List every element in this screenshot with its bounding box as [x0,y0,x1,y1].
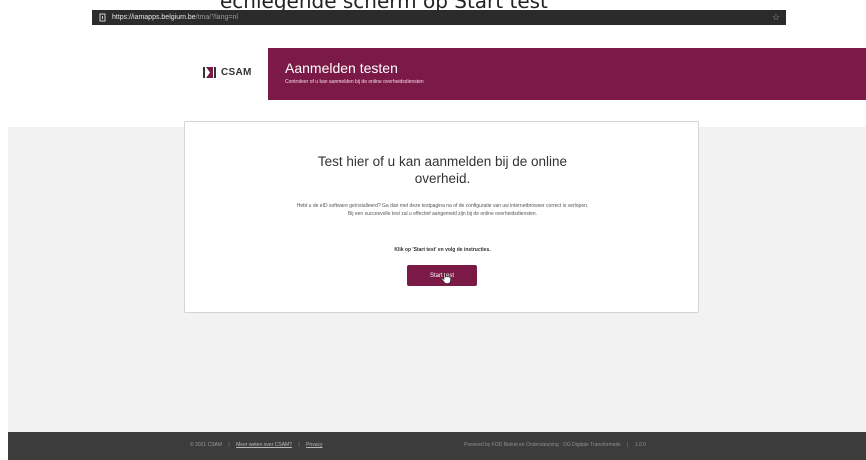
footer-separator: | [627,442,629,448]
document-fragment: ecniegende scherm op Start test [0,0,866,10]
hand-cursor-icon [441,272,451,284]
page-info-icon[interactable] [98,13,106,22]
url-host: https://iamapps.belgium.be [112,14,196,21]
document-fragment-text: ecniegende scherm op Start test [220,0,548,10]
footer-right: Powered by FOD Beleid en Ondersteuning ·… [464,442,646,448]
footer-separator: | [298,442,300,448]
url-text[interactable]: https://iamapps.belgium.be/tma/?lang=nl [112,14,238,21]
test-card: Test hier of u kan aanmelden bij de onli… [184,121,699,313]
footer-more-about-csam-link[interactable]: Meer weten over CSAM? [236,442,292,448]
bookmark-star-icon[interactable]: ☆ [772,12,780,23]
card-heading: Test hier of u kan aanmelden bij de onli… [317,154,568,186]
url-path: /tma/?lang=nl [195,14,238,21]
footer-privacy-link[interactable]: Privacy [306,442,322,448]
header-logo-area [92,48,268,127]
page-subtitle: Controleer of u kan aanmelden bij de onl… [285,79,424,85]
card-intro-text: Hebt u de eID software geïnstalleerd? Ga… [296,203,589,217]
footer-version: 1.0.0 [634,442,646,448]
footer-copyright: © 2021 CSAM [190,442,223,448]
csam-logo-icon [203,67,216,78]
footer-left: © 2021 CSAM | Meer weten over CSAM? | Pr… [190,442,322,448]
logo-text: CSAM [221,67,252,78]
card-instruction: Klik op 'Start test' en volg de instruct… [394,247,491,253]
csam-logo[interactable]: CSAM [203,67,252,78]
footer-powered-by: Powered by FOD Beleid en Ondersteuning ·… [464,442,621,448]
address-bar[interactable]: https://iamapps.belgium.be/tma/?lang=nl … [92,10,786,25]
page-header: Aanmelden testen Controleer of u kan aan… [268,48,866,100]
page-title: Aanmelden testen [285,60,398,76]
footer-separator: | [228,442,230,448]
page-footer: © 2021 CSAM | Meer weten over CSAM? | Pr… [8,432,866,460]
